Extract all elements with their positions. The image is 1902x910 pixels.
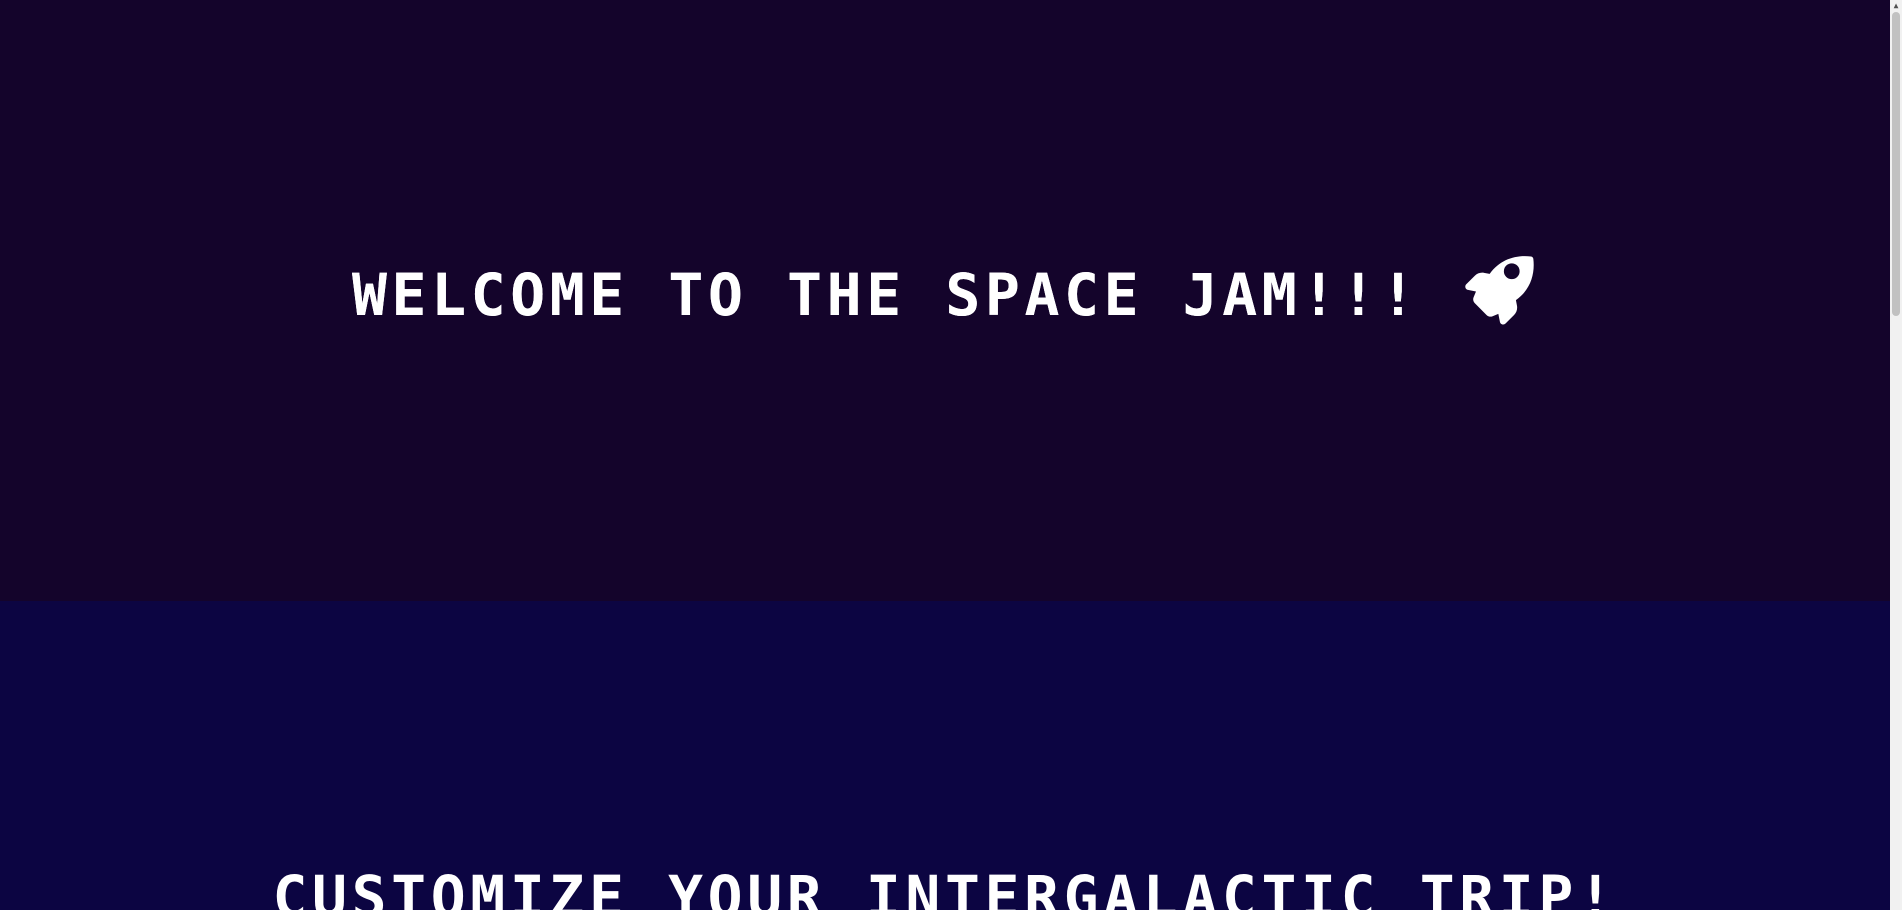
scrollbar-thumb[interactable] xyxy=(1892,12,1900,316)
hero-section: WELCOME TO THE SPACE JAM!!! xyxy=(0,0,1890,601)
vertical-scrollbar[interactable]: ▲ xyxy=(1890,0,1902,910)
rocket-icon xyxy=(1454,245,1538,329)
hero-title: WELCOME TO THE SPACE JAM!!! xyxy=(351,260,1421,329)
page: WELCOME TO THE SPACE JAM!!! CUSTOMIZE YO… xyxy=(0,0,1902,910)
customize-trip-section: CUSTOMIZE YOUR INTERGALACTIC TRIP! xyxy=(0,601,1890,910)
hero-heading-group: WELCOME TO THE SPACE JAM!!! xyxy=(352,253,1538,337)
customize-trip-title: CUSTOMIZE YOUR INTERGALACTIC TRIP! xyxy=(272,863,1618,910)
page-viewport: WELCOME TO THE SPACE JAM!!! CUSTOMIZE YO… xyxy=(0,0,1890,910)
scroll-up-arrow-icon[interactable]: ▲ xyxy=(1890,0,1902,12)
